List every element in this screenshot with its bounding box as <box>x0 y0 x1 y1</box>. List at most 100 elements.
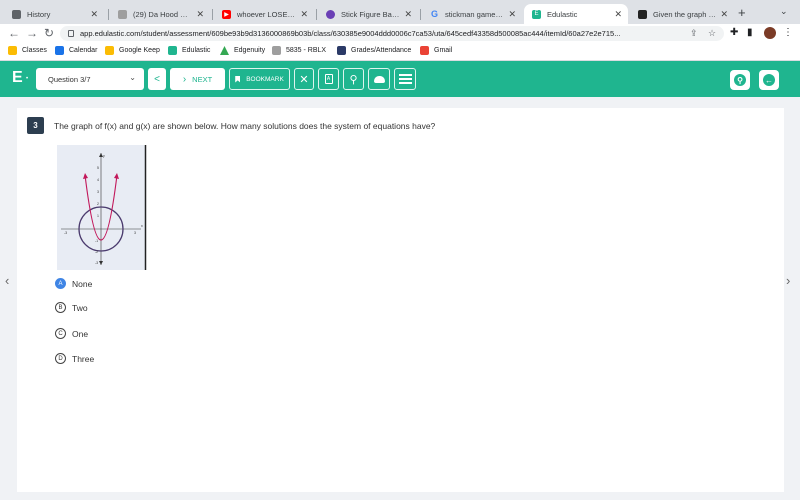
close-icon[interactable]: ✕ <box>720 9 728 20</box>
bookmark-label: Classes <box>22 47 47 54</box>
exit-arrow-icon: ← <box>763 74 775 86</box>
cloud-save-button[interactable] <box>368 68 390 90</box>
y-tick: 4 <box>97 178 99 182</box>
bookmark-edgenuity[interactable]: Edgenuity <box>220 46 265 55</box>
close-icon[interactable]: ✕ <box>196 9 204 20</box>
logo-dot-icon: • <box>26 76 29 82</box>
calculator-icon <box>398 74 412 84</box>
bookmark-calendar[interactable]: Calendar <box>55 46 97 55</box>
extensions-puzzle-icon[interactable]: ✚ <box>730 27 738 38</box>
crossout-icon: ✕ <box>299 73 309 86</box>
scratchpad-tool-button[interactable]: A <box>318 68 339 90</box>
shield-icon <box>326 9 335 19</box>
option-label: Two <box>72 302 88 313</box>
assessment-content: ‹ › 3 The graph of f(x) and g(x) are sho… <box>0 97 800 500</box>
answer-option-b[interactable]: B Two <box>55 302 88 313</box>
question-text: The graph of f(x) and g(x) are shown bel… <box>54 121 436 131</box>
browser-tab-strip: History ✕ (29) Da Hood Bot Aim ✕ ▶ whoev… <box>0 0 800 24</box>
assessment-toolbar: E • Question 3/7 ⌄ < › NEXT BOOKMARK ✕ A… <box>0 61 800 97</box>
chevron-right-icon[interactable]: › <box>786 273 790 288</box>
option-radio[interactable]: D <box>55 353 66 364</box>
tab-divider <box>108 9 109 20</box>
bookmark-label: BOOKMARK <box>246 75 284 83</box>
bookmark-gmail[interactable]: Gmail <box>420 46 452 55</box>
close-icon[interactable]: ✕ <box>300 9 308 20</box>
tab-divider <box>316 9 317 20</box>
history-icon <box>12 9 21 19</box>
answer-option-a[interactable]: A None <box>55 278 92 289</box>
tab-search-chevron-icon[interactable]: ⌄ <box>780 6 788 17</box>
tab-title: (29) Da Hood Bot Aim <box>133 9 192 19</box>
chevron-left-icon: < <box>154 73 160 85</box>
next-button[interactable]: › NEXT <box>170 68 225 90</box>
close-icon[interactable]: ✕ <box>508 9 516 20</box>
question-select[interactable]: Question 3/7 ⌄ <box>36 68 144 90</box>
browser-tab-given-graph[interactable]: Given the graph of a ✕ <box>630 4 734 24</box>
bookmark-icon <box>235 75 241 83</box>
bookmarks-bar: Classes Calendar Google Keep Edulastic E… <box>0 43 800 61</box>
bookmark-button[interactable]: BOOKMARK <box>229 68 290 90</box>
chevron-right-icon: › <box>182 73 187 85</box>
bookmark-grades[interactable]: Grades/Attendance <box>337 46 411 55</box>
chevron-left-icon[interactable]: ‹ <box>5 273 9 288</box>
bookmark-edulastic[interactable]: Edulastic <box>168 46 210 55</box>
previous-button[interactable]: < <box>148 68 166 90</box>
tab-title: Stick Figure Badminton <box>341 9 401 19</box>
browser-tab-stick-figure[interactable]: Stick Figure Badminton ✕ <box>318 4 418 24</box>
browser-tab-youtube[interactable]: ▶ whoever LOSES has ✕ <box>214 4 314 24</box>
option-radio[interactable]: A <box>55 278 66 289</box>
answer-option-c[interactable]: C One <box>55 328 88 339</box>
address-bar-row: ← → ↻ app.edulastic.com/student/assessme… <box>0 24 800 43</box>
tab-title: History <box>27 9 51 19</box>
option-label: None <box>72 278 93 289</box>
more-menu-icon[interactable]: ⋮ <box>783 27 793 38</box>
star-icon[interactable]: ☆ <box>708 28 716 39</box>
youtube-icon: ▶ <box>222 9 231 19</box>
y-tick: 1 <box>97 214 99 218</box>
side-panel-icon[interactable]: ▮ <box>747 27 753 38</box>
exit-button[interactable]: ← <box>759 70 779 90</box>
tab-divider <box>212 9 213 20</box>
option-radio[interactable]: C <box>55 328 66 339</box>
browser-tab-edulastic[interactable]: E Edulastic ✕ <box>524 4 628 24</box>
share-icon[interactable]: ⇪ <box>690 28 698 39</box>
new-tab-button[interactable]: + <box>738 5 746 20</box>
browser-tab-da-hood[interactable]: (29) Da Hood Bot Aim ✕ <box>110 4 210 24</box>
bookmark-rblx[interactable]: 5835 - RBLX <box>272 46 326 55</box>
accessibility-icon: ⚲ <box>734 74 746 86</box>
back-arrow-icon[interactable]: ← <box>8 26 20 40</box>
bookmark-google-keep[interactable]: Google Keep <box>105 46 160 55</box>
browser-tab-google-search[interactable]: G stickman games oran ✕ <box>422 4 522 24</box>
bookmark-label: Edulastic <box>182 47 211 54</box>
reload-icon[interactable]: ↻ <box>44 26 54 40</box>
tab-title: stickman games oran <box>445 9 504 19</box>
url-field[interactable]: app.edulastic.com/student/assessment/609… <box>60 26 724 41</box>
grades-icon <box>337 46 346 55</box>
help-button[interactable]: ⚲ <box>730 70 750 90</box>
next-label: NEXT <box>192 74 213 84</box>
x-tick: 3 <box>134 231 136 235</box>
crossout-tool-button[interactable]: ✕ <box>294 68 314 90</box>
option-radio[interactable]: B <box>55 302 66 313</box>
browser-tab-history[interactable]: History ✕ <box>4 4 104 24</box>
calculator-tool-button[interactable] <box>394 68 416 90</box>
edulastic-logo: E <box>12 69 23 86</box>
magnifier-tool-button[interactable]: ⚲ <box>343 68 364 90</box>
magnifier-icon: ⚲ <box>349 73 358 86</box>
video-icon <box>272 46 281 55</box>
forward-arrow-icon[interactable]: → <box>26 26 38 40</box>
bookmark-label: 5835 - RBLX <box>286 47 327 54</box>
bookmark-label: Calendar <box>69 47 98 54</box>
cloud-upload-icon <box>373 75 385 83</box>
tab-divider <box>420 9 421 20</box>
y-tick: -2 <box>95 250 98 254</box>
close-icon[interactable]: ✕ <box>614 9 622 20</box>
calendar-icon <box>55 46 64 55</box>
profile-avatar[interactable] <box>764 27 776 39</box>
bookmark-classes[interactable]: Classes <box>8 46 47 55</box>
chevron-down-icon: ⌄ <box>129 73 136 82</box>
question-number-badge: 3 <box>27 117 44 134</box>
close-icon[interactable]: ✕ <box>90 9 98 20</box>
answer-option-d[interactable]: D Three <box>55 353 94 364</box>
close-icon[interactable]: ✕ <box>404 9 412 20</box>
